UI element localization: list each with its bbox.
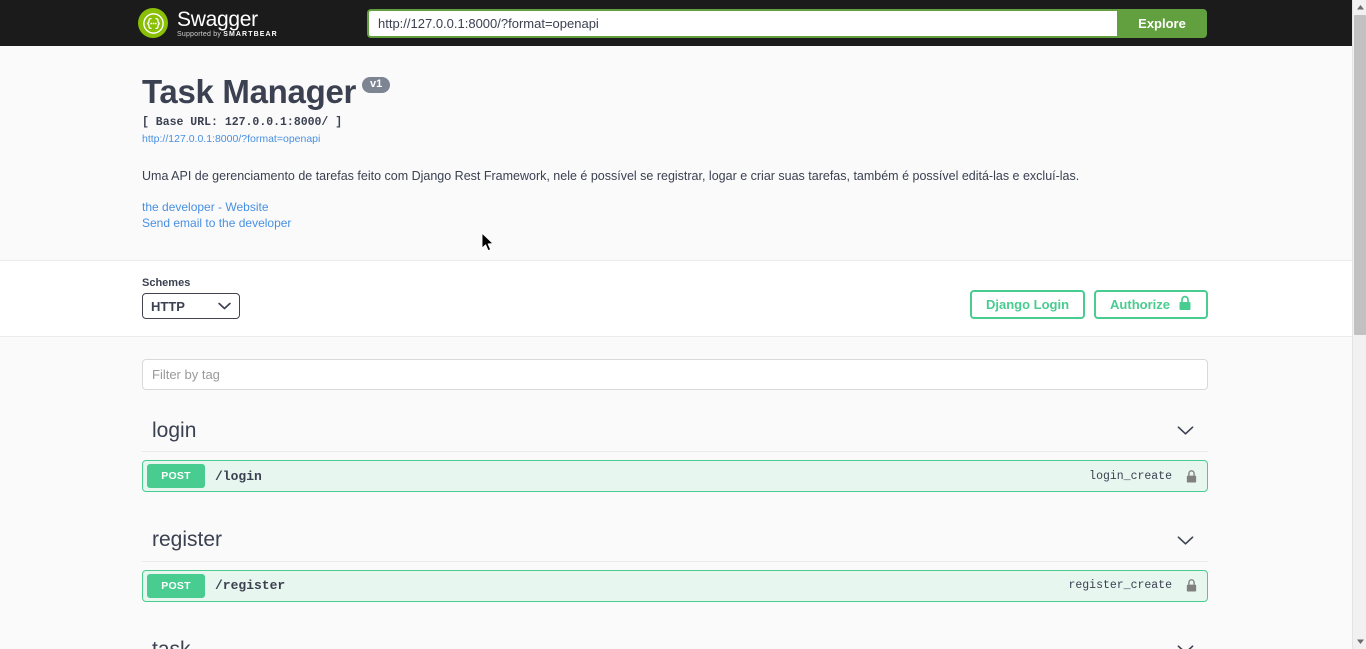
scroll-up-arrow-icon[interactable] (1353, 0, 1366, 15)
schemes-group: Schemes HTTP (142, 277, 240, 320)
scroll-down-arrow-icon[interactable] (1353, 634, 1366, 649)
api-description: Uma API de gerenciamento de tarefas feit… (142, 169, 1080, 184)
chevron-down-icon[interactable] (1177, 425, 1198, 436)
tag-name-register: register (152, 528, 223, 552)
swagger-supported-by: Supported by SMARTBEAR (177, 31, 278, 38)
operation-id: login_create (1089, 469, 1172, 483)
scrollbar-thumb[interactable] (1354, 15, 1366, 335)
swagger-logo-icon (138, 8, 168, 38)
swagger-logo-link[interactable]: Swagger Supported by SMARTBEAR (138, 8, 348, 38)
swagger-ui-page: Swagger Supported by SMARTBEAR Explore T… (0, 0, 1366, 649)
operation-path: /login (215, 468, 262, 484)
lock-icon[interactable] (1182, 469, 1200, 484)
vertical-scrollbar[interactable] (1352, 0, 1366, 649)
developer-website-link[interactable]: the developer - Website (142, 200, 1208, 214)
swagger-wordmark: Swagger (177, 7, 258, 31)
tag-header-task[interactable]: task (142, 625, 1208, 649)
chevron-down-icon[interactable] (1177, 535, 1198, 546)
api-contact-links: the developer - Website Send email to th… (142, 200, 1208, 230)
spec-url-link[interactable]: http://127.0.0.1:8000/?format=openapi (142, 133, 1208, 145)
explore-button[interactable]: Explore (1117, 8, 1207, 38)
django-login-label: Django Login (986, 297, 1070, 313)
tag-header-login[interactable]: login (142, 406, 1208, 453)
developer-email-link[interactable]: Send email to the developer (142, 216, 1208, 230)
tag-block-login: login POST /login login_create (142, 406, 1208, 493)
spec-url-form: Explore (367, 8, 1207, 38)
smartbear-brand: SMARTBEAR (223, 30, 278, 38)
schemes-label: Schemes (142, 277, 191, 290)
schemes-inner: Schemes HTTP Django Login Authorize (142, 277, 1208, 320)
tag-block-task: task GET /task/{id} task_read (142, 625, 1208, 649)
operation-id: register_create (1068, 579, 1172, 593)
spec-url-input[interactable] (367, 8, 1117, 38)
authorize-button[interactable]: Authorize (1094, 290, 1208, 320)
page-title: Task Manager (142, 73, 357, 110)
tag-name-login: login (152, 419, 197, 443)
filter-by-tag-input[interactable] (142, 359, 1208, 391)
supported-by-prefix: Supported by (177, 30, 222, 38)
api-info-container: Task Manager v1 [ Base URL: 127.0.0.1:80… (142, 73, 1208, 230)
operation-path: /register (215, 578, 286, 594)
operation-row[interactable]: POST /login login_create (142, 460, 1208, 493)
topbar: Swagger Supported by SMARTBEAR Explore (0, 0, 1352, 46)
chevron-down-icon[interactable] (1177, 644, 1198, 649)
operation-row[interactable]: POST /register register_create (142, 569, 1208, 602)
django-login-button[interactable]: Django Login (970, 290, 1086, 320)
schemes-selected-value: HTTP (151, 298, 185, 314)
version-badge: v1 (362, 77, 391, 93)
lock-icon (1178, 295, 1192, 314)
tag-header-register[interactable]: register (142, 515, 1208, 562)
chevron-down-icon (218, 302, 231, 311)
authorize-label: Authorize (1110, 297, 1170, 313)
auth-buttons: Django Login Authorize (970, 290, 1208, 320)
api-title-row: Task Manager v1 (142, 73, 1208, 110)
base-url-text: [ Base URL: 127.0.0.1:8000/ ] (142, 116, 343, 130)
filter-wrapper (142, 359, 1208, 391)
lock-icon[interactable] (1182, 578, 1200, 593)
swagger-logo-text: Swagger Supported by SMARTBEAR (177, 9, 278, 38)
schemes-section: Schemes HTTP Django Login Authorize (0, 260, 1352, 338)
api-info-section: Task Manager v1 [ Base URL: 127.0.0.1:80… (0, 46, 1352, 261)
tag-name-task: task (152, 638, 191, 649)
operations-section: login POST /login login_create (0, 337, 1352, 649)
tag-block-register: register POST /register register_create (142, 515, 1208, 602)
page-viewport: Swagger Supported by SMARTBEAR Explore T… (0, 0, 1352, 649)
http-method-badge: POST (147, 464, 205, 489)
schemes-select[interactable]: HTTP (142, 293, 240, 320)
http-method-badge: POST (147, 573, 205, 598)
